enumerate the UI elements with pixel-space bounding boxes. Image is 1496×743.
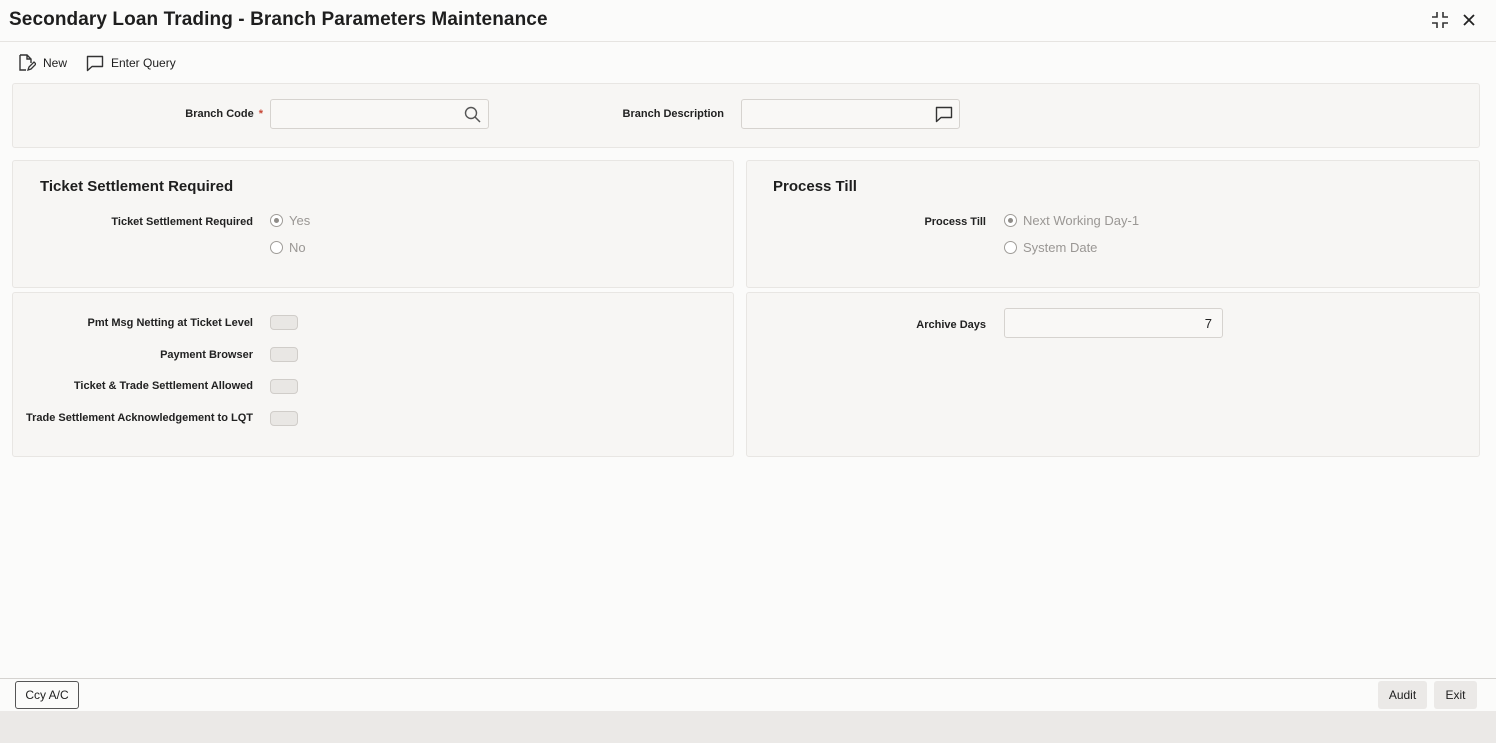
branch-code-label: Branch Code *: [185, 108, 263, 120]
radio-label: System Date: [1023, 240, 1098, 255]
settlement-options-panel: Pmt Msg Netting at Ticket Level Payment …: [12, 292, 734, 457]
archive-panel: Archive Days 7: [746, 292, 1480, 457]
process-till-label: Process Till: [924, 216, 986, 228]
ticket-trade-settlement-label: Ticket & Trade Settlement Allowed: [73, 380, 253, 392]
exit-button[interactable]: Exit: [1434, 681, 1477, 709]
new-document-icon: [19, 54, 36, 72]
comment-icon[interactable]: [935, 106, 953, 123]
archive-days-label: Archive Days: [916, 319, 986, 331]
pmt-msg-netting-toggle[interactable]: [270, 315, 298, 330]
ticket-settlement-no-radio[interactable]: No: [270, 240, 306, 255]
trade-settlement-ack-label: Trade Settlement Acknowledgement to LQT: [26, 412, 253, 424]
audit-button[interactable]: Audit: [1378, 681, 1427, 709]
toolbar: New Enter Query: [0, 50, 400, 76]
query-icon: [86, 55, 104, 71]
shrink-icon[interactable]: [1430, 10, 1450, 30]
branch-description-label: Branch Description: [622, 108, 724, 120]
radio-label: No: [289, 240, 306, 255]
status-bar: [0, 711, 1496, 743]
process-till-system-date-radio[interactable]: System Date: [1004, 240, 1097, 255]
radio-label: Yes: [289, 213, 311, 228]
payment-browser-label: Payment Browser: [160, 349, 253, 361]
ticket-settlement-label: Ticket Settlement Required: [111, 216, 253, 228]
ticket-settlement-panel: Ticket Settlement Required Ticket Settle…: [12, 160, 734, 288]
archive-days-input[interactable]: 7: [1004, 308, 1223, 338]
enter-query-button[interactable]: Enter Query: [86, 50, 176, 76]
close-icon[interactable]: [1459, 10, 1479, 30]
ticket-trade-settlement-toggle[interactable]: [270, 379, 298, 394]
pmt-msg-netting-label: Pmt Msg Netting at Ticket Level: [87, 317, 253, 329]
process-till-title: Process Till: [773, 178, 857, 195]
process-till-next-working-day-radio[interactable]: Next Working Day-1: [1004, 213, 1139, 228]
radio-indicator: [270, 214, 283, 227]
payment-browser-toggle[interactable]: [270, 347, 298, 362]
radio-indicator: [1004, 214, 1017, 227]
branch-code-input[interactable]: [270, 99, 489, 129]
process-till-panel: Process Till Process Till Next Working D…: [746, 160, 1480, 288]
required-marker: *: [258, 108, 263, 120]
search-icon[interactable]: [464, 106, 481, 123]
new-label: New: [43, 56, 68, 70]
ccy-ac-button[interactable]: Ccy A/C: [15, 681, 79, 709]
trade-settlement-ack-toggle[interactable]: [270, 411, 298, 426]
radio-indicator: [1004, 241, 1017, 254]
ticket-settlement-yes-radio[interactable]: Yes: [270, 213, 310, 228]
new-button[interactable]: New: [17, 50, 67, 76]
branch-description-input[interactable]: [741, 99, 960, 129]
branch-header-panel: Branch Code * Branch Description: [12, 83, 1480, 148]
window-title: Secondary Loan Trading - Branch Paramete…: [9, 9, 548, 30]
radio-label: Next Working Day-1: [1023, 213, 1140, 228]
enter-query-label: Enter Query: [111, 56, 176, 70]
ticket-settlement-title: Ticket Settlement Required: [40, 178, 234, 195]
footer-divider: [0, 678, 1496, 679]
radio-indicator: [270, 241, 283, 254]
title-bar: Secondary Loan Trading - Branch Paramete…: [0, 0, 1496, 42]
